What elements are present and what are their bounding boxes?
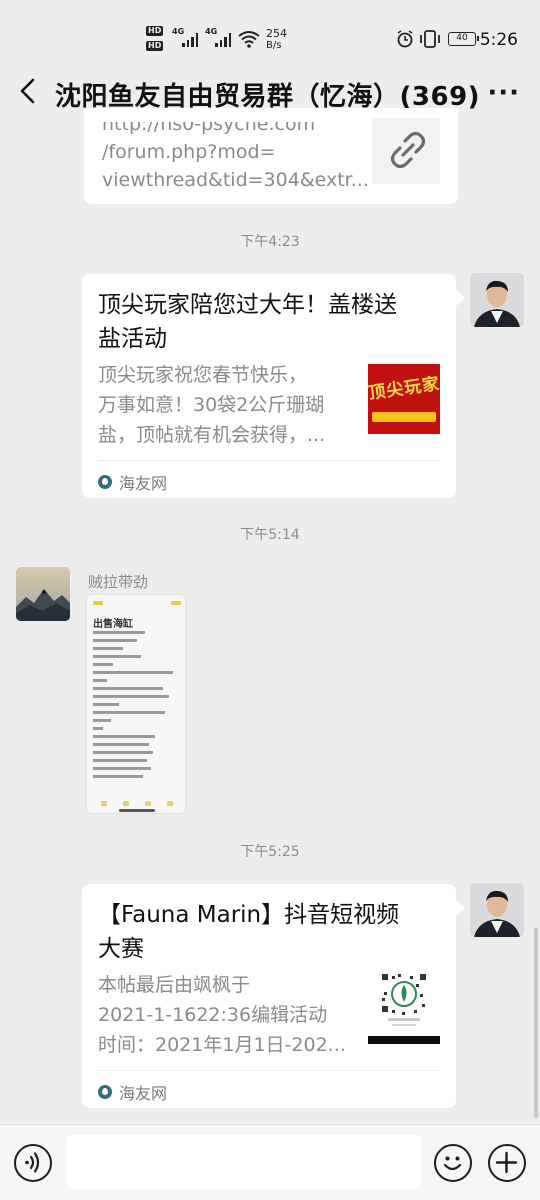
- avatar[interactable]: [470, 883, 524, 937]
- hd-badge: HD: [146, 26, 164, 36]
- plus-icon[interactable]: [488, 1144, 526, 1182]
- net-speed-value: 254: [266, 27, 287, 40]
- link-icon: [390, 131, 426, 169]
- plus-glyph: [495, 1151, 518, 1174]
- link-thumb: [372, 118, 440, 184]
- card-title-line: 盐活动: [98, 326, 167, 352]
- link-message-card[interactable]: http://ns0-psyche.com /forum.php?mod= vi…: [84, 108, 458, 204]
- timestamp: 下午5:25: [240, 844, 300, 860]
- source-name: 海友网: [119, 1084, 168, 1103]
- card-thumbnail: 顶尖玩家: [368, 364, 440, 434]
- card-description: 本帖最后由飒枫于 2021-1-1622:36编辑活动 时间：2021年1月1日…: [98, 970, 368, 1060]
- ellipsis-icon[interactable]: ···: [487, 78, 520, 108]
- net-speed-unit: B/s: [266, 40, 282, 51]
- article-message-card[interactable]: 顶尖玩家陪您过大年！盖楼送 盐活动 顶尖玩家祝您春节快乐， 万事如意！30袋2公…: [82, 274, 456, 498]
- message-input[interactable]: [66, 1135, 421, 1189]
- card-divider: [98, 1070, 440, 1071]
- user-avatar-image: [16, 567, 70, 621]
- user-avatar-image: [470, 883, 524, 937]
- link-url-line: viewthread&tid=304&extr...: [102, 169, 369, 191]
- card-title-line: 【Fauna Marin】抖音短视频: [98, 902, 400, 928]
- wifi-icon: [238, 31, 260, 48]
- link-url-line: http://ns0-psyche.com: [102, 113, 316, 135]
- card-desc-line: 盐，顶帖就有机会获得，...: [98, 424, 326, 446]
- chevron-left-icon[interactable]: [14, 74, 44, 108]
- avatar[interactable]: [16, 567, 70, 621]
- sender-name: 贼拉带劲: [88, 573, 149, 591]
- card-desc-line: 本帖最后由飒枫于: [98, 974, 251, 996]
- source-logo-icon: [98, 1085, 112, 1099]
- card-desc-line: 2021-1-1622:36编辑活动: [98, 1004, 328, 1026]
- timestamp: 下午5:14: [240, 527, 300, 543]
- card-source: 海友网: [98, 1080, 167, 1104]
- avatar[interactable]: [470, 273, 524, 327]
- image-message[interactable]: 出售海缸: [86, 594, 186, 814]
- card-thumbnail: [368, 970, 440, 1044]
- alarm-icon: [397, 30, 413, 48]
- card-title: 顶尖玩家陪您过大年！盖楼送 盐活动: [98, 288, 443, 356]
- source-name: 海友网: [119, 474, 168, 493]
- status-bar: HD HD 4G 4G 254 B/s 40 5:26: [0, 0, 540, 54]
- card-desc-line: 时间：2021年1月1日-202...: [98, 1034, 346, 1056]
- thumbnail-stripe: [372, 412, 436, 422]
- thumbnail-text: 顶尖玩家: [368, 374, 440, 404]
- card-divider: [98, 460, 440, 461]
- phone-note-lines: [93, 631, 173, 778]
- link-url-line: /forum.php?mod=: [102, 141, 276, 163]
- phone-note-title: 出售海缸: [93, 619, 133, 630]
- hd-badge: HD: [146, 41, 164, 51]
- source-logo-icon: [98, 475, 112, 489]
- signal-icon: [215, 33, 231, 47]
- phone-bottom-bar: [93, 801, 181, 806]
- emoji-icon[interactable]: [434, 1144, 472, 1182]
- card-description: 顶尖玩家祝您春节快乐， 万事如意！30袋2公斤珊瑚 盐，顶帖就有机会获得，...: [98, 360, 358, 450]
- article-message-card[interactable]: 【Fauna Marin】抖音短视频 大赛 本帖最后由飒枫于 2021-1-16…: [82, 884, 456, 1108]
- card-desc-line: 万事如意！30袋2公斤珊瑚: [98, 394, 325, 416]
- battery-icon: 40: [448, 32, 479, 46]
- bubble-tail: [456, 900, 465, 916]
- emoji-glyph: [443, 1156, 462, 1171]
- user-avatar-image: [470, 273, 524, 327]
- card-title-line: 顶尖玩家陪您过大年！盖楼送: [98, 292, 397, 318]
- phone-topbar: [93, 601, 181, 607]
- card-title-line: 大赛: [98, 936, 144, 962]
- input-bar: [0, 1124, 540, 1200]
- clock: 5:26: [479, 30, 518, 50]
- card-source: 海友网: [98, 470, 167, 494]
- scrollbar[interactable]: [534, 928, 538, 1118]
- voice-glyph: [25, 1152, 40, 1173]
- card-title: 【Fauna Marin】抖音短视频 大赛: [98, 898, 448, 966]
- voice-icon[interactable]: [14, 1144, 52, 1182]
- bubble-tail: [456, 290, 465, 306]
- signal-icon: [182, 33, 198, 47]
- timestamp: 下午4:23: [240, 234, 300, 250]
- card-desc-line: 顶尖玩家祝您春节快乐，: [98, 364, 308, 386]
- qr-code-image: [368, 972, 440, 1044]
- phone-home-indicator: [119, 809, 155, 812]
- vibrate-icon: [420, 30, 440, 48]
